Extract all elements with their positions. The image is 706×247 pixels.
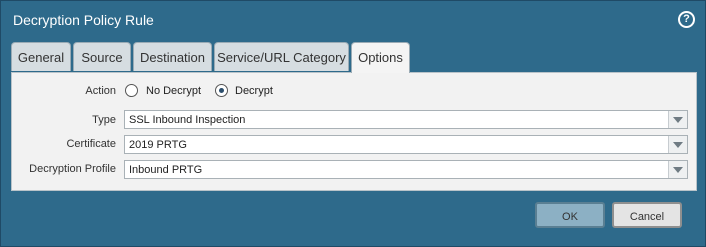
tab-source[interactable]: Source (73, 42, 131, 71)
action-label: Action (85, 85, 116, 97)
chevron-down-icon[interactable] (668, 111, 687, 128)
type-select[interactable]: SSL Inbound Inspection (124, 110, 688, 129)
chevron-down-icon[interactable] (668, 136, 687, 153)
decryption-profile-value: Inbound PRTG (129, 164, 203, 176)
decrypt-radio[interactable] (215, 84, 228, 97)
tab-service-url-category[interactable]: Service/URL Category (214, 42, 349, 71)
tab-options[interactable]: Options (351, 42, 410, 73)
dialog-titlebar: Decryption Policy Rule ? (1, 1, 705, 37)
chevron-down-icon[interactable] (668, 161, 687, 178)
decryption-profile-label: Decryption Profile (29, 163, 116, 175)
help-icon[interactable]: ? (678, 11, 695, 28)
decrypt-label[interactable]: Decrypt (235, 85, 273, 97)
options-panel: Action No Decrypt Decrypt Type SSL Inbou… (11, 72, 697, 191)
type-label: Type (92, 114, 116, 126)
certificate-label: Certificate (66, 138, 116, 150)
no-decrypt-radio[interactable] (125, 84, 138, 97)
cancel-button[interactable]: Cancel (612, 202, 682, 228)
tab-destination[interactable]: Destination (133, 42, 212, 71)
type-value: SSL Inbound Inspection (129, 114, 246, 126)
decryption-policy-rule-dialog: Decryption Policy Rule ? General Source … (0, 0, 706, 247)
no-decrypt-label[interactable]: No Decrypt (146, 85, 201, 97)
ok-button[interactable]: OK (535, 202, 605, 228)
tab-general[interactable]: General (11, 42, 71, 71)
certificate-value: 2019 PRTG (129, 139, 187, 151)
decryption-profile-select[interactable]: Inbound PRTG (124, 160, 688, 179)
dialog-title: Decryption Policy Rule (13, 12, 154, 28)
certificate-select[interactable]: 2019 PRTG (124, 135, 688, 154)
